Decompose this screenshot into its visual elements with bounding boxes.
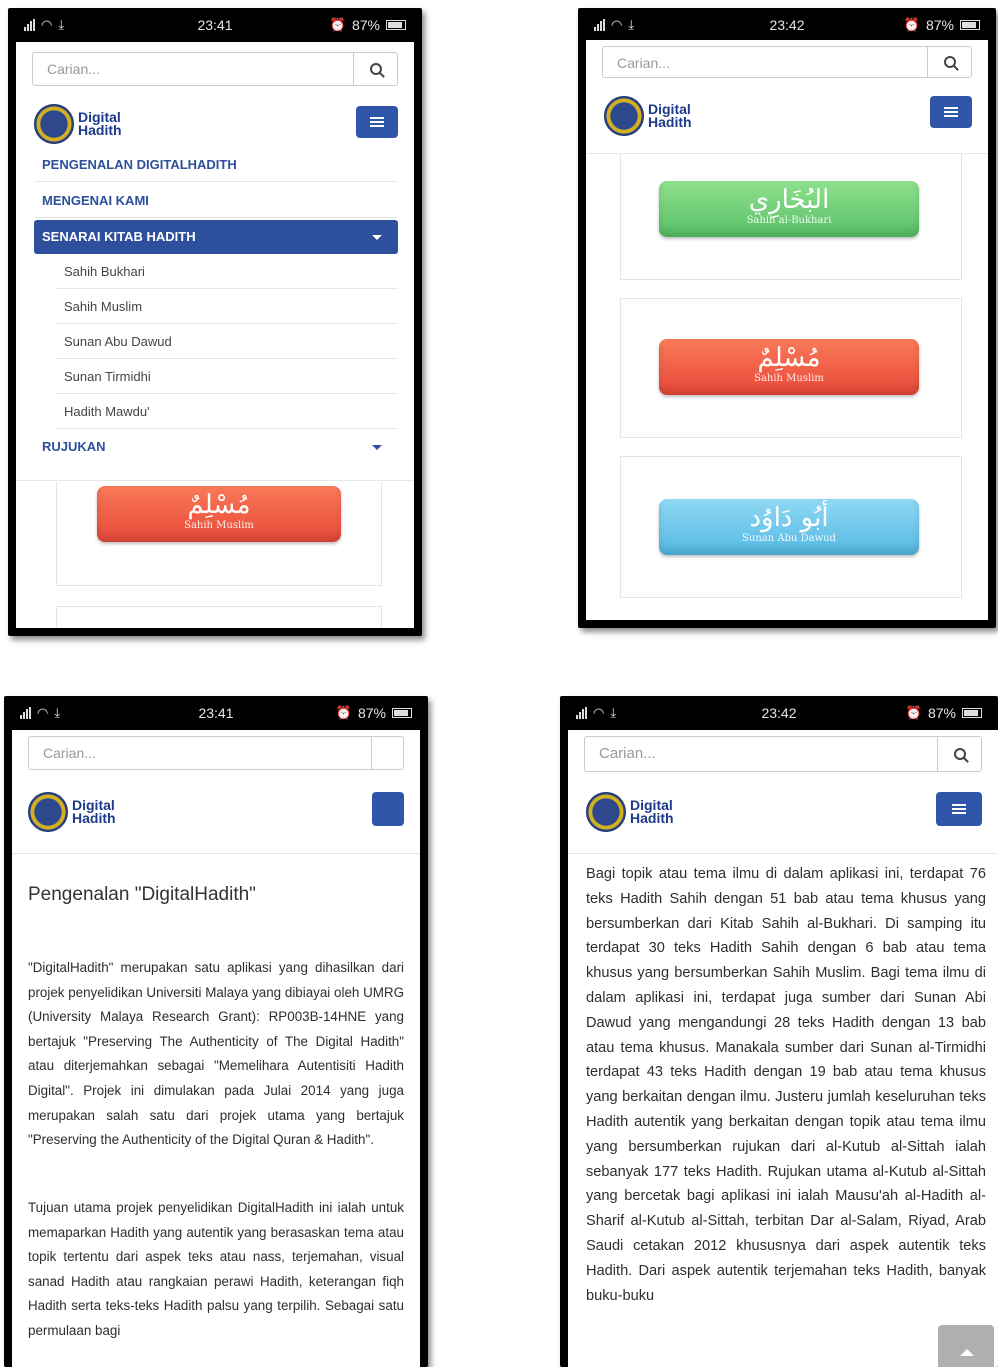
chevron-up-icon (960, 1349, 974, 1356)
submenu-item-hadith-mawdu[interactable]: Hadith Mawdu' (56, 394, 398, 429)
search-icon (953, 748, 966, 760)
book-card: مُسْلِمٌ Sahih Muslim (56, 482, 382, 586)
logo-line2: Hadith (72, 810, 116, 826)
phone-screenshot-2: ◠ ⤓ 23:42 ⏰ 87% Carian... Digital Hadith … (578, 8, 996, 628)
phone-screenshot-4: ◠ ⤓ 23:42 ⏰ 87% Carian... Digital Hadith … (560, 696, 998, 1367)
intro-paragraph: "DigitalHadith" merupakan satu aplikasi … (28, 960, 404, 1148)
status-bar: ◠ ⤓ 23:42 ⏰ 87% (560, 696, 998, 730)
submenu-item-sunan-abu-dawud[interactable]: Sunan Abu Dawud (56, 324, 398, 359)
battery-percent: 87% (357, 705, 386, 721)
battery-percent: 87% (925, 17, 954, 33)
battery-percent: 87% (927, 705, 956, 721)
search-icon (943, 56, 956, 68)
nav-item-rujukan[interactable]: RUJUKAN (34, 430, 398, 464)
book-latin-title: Sahih al-Bukhari (746, 215, 832, 226)
search-button[interactable] (937, 737, 981, 771)
submenu-item-sunan-tirmidhi[interactable]: Sunan Tirmidhi (56, 359, 398, 394)
search-input[interactable]: Carian... (32, 52, 398, 86)
brand-bar: Digital Hadith (568, 780, 998, 854)
search-icon (369, 63, 382, 75)
book-button-sahih-muslim[interactable]: مُسْلِمٌ Sahih Muslim (659, 339, 919, 395)
search-input[interactable]: Carian... (602, 46, 972, 78)
alarm-icon: ⏰ (905, 705, 922, 720)
caret-down-icon (372, 235, 382, 240)
logo-line2: Hadith (78, 122, 122, 138)
brand-bar: Digital Hadith (586, 86, 988, 154)
app-screen: Carian... Digital Hadith البُخَارِي Sahih… (586, 40, 988, 620)
submenu-item-sahih-bukhari[interactable]: Sahih Bukhari (56, 254, 398, 289)
book-button-sunan-abu-dawud[interactable]: أبُو دَاوُد Sunan Abu Dawud (659, 499, 919, 555)
search-input[interactable]: Carian... (584, 736, 982, 772)
logo-emblem-icon (586, 792, 626, 832)
app-screen: Carian... Digital Hadith Bagi topik atau … (568, 730, 998, 1367)
logo-emblem-icon (604, 96, 644, 136)
phone-screenshot-1: ◠ ⤓ 23:41 ⏰ 87% Carian... Digital Hadith … (8, 8, 422, 636)
battery-icon (392, 708, 412, 718)
hamburger-menu-button[interactable] (936, 792, 982, 826)
search-placeholder: Carian... (599, 745, 656, 762)
status-bar: ◠ ⤓ 23:41 ⏰ 87% (4, 696, 428, 730)
book-card: أبُو دَاوُد Sunan Abu Dawud (620, 456, 962, 598)
logo-line2: Hadith (630, 810, 674, 826)
logo[interactable]: Digital Hadith (586, 792, 674, 832)
caret-down-icon (372, 445, 382, 450)
logo[interactable]: Digital Hadith (604, 96, 692, 136)
book-card (56, 606, 382, 628)
book-button-sahih-bukhari[interactable]: البُخَارِي Sahih al-Bukhari (659, 181, 919, 237)
menu-button[interactable] (372, 792, 404, 826)
logo[interactable]: Digital Hadith (34, 104, 122, 144)
brand-bar: Digital Hadith (12, 780, 420, 854)
book-arabic-title: البُخَارِي (748, 185, 830, 215)
search-input[interactable]: Carian... (28, 736, 404, 770)
book-button-sahih-muslim[interactable]: مُسْلِمٌ Sahih Muslim (97, 486, 341, 542)
divider (16, 480, 414, 481)
nav-item-senarai-kitab[interactable]: SENARAI KITAB HADITH (34, 220, 398, 254)
logo-emblem-icon (34, 104, 74, 144)
hamburger-menu-button[interactable] (356, 106, 398, 138)
logo-line2: Hadith (648, 114, 692, 130)
purpose-paragraph: Tujuan utama projek penyelidikan Digital… (28, 1200, 404, 1338)
app-screen: Carian... Digital Hadith Pengenalan "Digi… (12, 730, 420, 1367)
alarm-icon: ⏰ (329, 17, 346, 32)
status-bar: ◠ ⤓ 23:41 ⏰ 87% (8, 8, 422, 42)
battery-icon (962, 708, 982, 718)
alarm-icon: ⏰ (335, 705, 352, 720)
scroll-to-top-button[interactable] (938, 1325, 994, 1367)
book-latin-title: Sunan Abu Dawud (742, 533, 836, 544)
search-placeholder: Carian... (617, 55, 670, 71)
book-card: مُسْلِمٌ Sahih Muslim (620, 298, 962, 438)
book-latin-title: Sahih Muslim (754, 373, 824, 384)
book-arabic-title: أبُو دَاوُد (749, 503, 829, 533)
logo[interactable]: Digital Hadith (28, 792, 116, 832)
book-card: البُخَارِي Sahih al-Bukhari (620, 154, 962, 280)
search-button[interactable] (353, 53, 397, 85)
book-latin-title: Sahih Muslim (184, 520, 254, 531)
search-button[interactable] (371, 737, 403, 769)
battery-icon (386, 20, 406, 30)
nav-item-label: SENARAI KITAB HADITH (42, 229, 196, 244)
phone-screenshot-3: ◠ ⤓ 23:41 ⏰ 87% Carian... Digital Hadith … (4, 696, 428, 1367)
submenu-item-sahih-muslim[interactable]: Sahih Muslim (56, 289, 398, 324)
search-placeholder: Carian... (47, 61, 100, 77)
page-title: Pengenalan "DigitalHadith" (28, 884, 256, 905)
ilmu-paragraph: Bagi topik atau tema ilmu di dalam aplik… (586, 866, 986, 1304)
hamburger-menu-button[interactable] (930, 96, 972, 128)
alarm-icon: ⏰ (903, 17, 920, 32)
nav-item-mengenai-kami[interactable]: MENGENAI KAMI (34, 184, 398, 218)
search-button[interactable] (927, 47, 971, 77)
book-arabic-title: مُسْلِمٌ (187, 490, 251, 520)
battery-percent: 87% (351, 17, 380, 33)
search-placeholder: Carian... (43, 745, 96, 761)
nav-item-label: RUJUKAN (42, 439, 106, 454)
battery-icon (960, 20, 980, 30)
app-screen: Carian... Digital Hadith PENGENALAN DIGIT… (16, 42, 414, 628)
status-bar: ◠ ⤓ 23:42 ⏰ 87% (578, 8, 996, 42)
logo-emblem-icon (28, 792, 68, 832)
book-arabic-title: مُسْلِمٌ (757, 343, 821, 373)
nav-item-pengenalan[interactable]: PENGENALAN DIGITALHADITH (34, 148, 398, 182)
